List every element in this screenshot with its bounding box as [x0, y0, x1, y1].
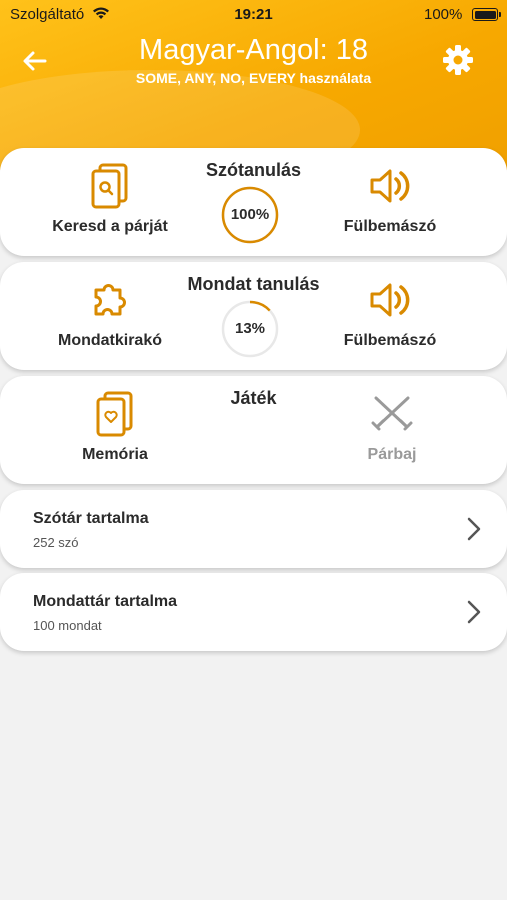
crossed-swords-icon: [371, 396, 413, 431]
vocab-earworm-button[interactable]: Fülbemászó: [310, 162, 470, 236]
sentence-earworm-label: Fülbemászó: [343, 332, 437, 349]
sentence-bank-content-item[interactable]: Mondattár tartalma 100 mondat: [0, 573, 507, 651]
sentence-learning-card: Mondat tanulás Mondatkirakó 13% Fülbemás…: [0, 262, 507, 370]
battery-percent: 100%: [424, 6, 463, 23]
status-bar: Szolgáltató 19:21 100%: [0, 0, 507, 30]
sentence-bank-content-title: Mondattár tartalma: [33, 593, 178, 610]
speaker-icon: [370, 169, 410, 203]
vocab-learning-card: Szótanulás Keresd a párját 100% Fülbemás…: [0, 148, 507, 256]
page-subtitle: SOME, ANY, NO, EVERY használata: [135, 70, 372, 86]
sentence-earworm-button[interactable]: Fülbemászó: [310, 276, 470, 350]
vocab-earworm-label: Fülbemászó: [343, 218, 437, 235]
dictionary-content-count: 252 szó: [33, 535, 79, 550]
memory-cards-icon: [96, 391, 133, 437]
vocab-progress-ring: 100%: [221, 186, 279, 244]
chevron-right-icon: [467, 517, 481, 541]
duel-button[interactable]: Párbaj: [312, 390, 472, 464]
memory-game-button[interactable]: Memória: [35, 390, 195, 464]
sentence-progress-value: 13%: [234, 320, 266, 337]
chevron-right-icon: [467, 600, 481, 624]
find-pair-label: Keresd a párját: [52, 218, 168, 235]
sentence-builder-button[interactable]: Mondatkirakó: [30, 276, 190, 350]
sentence-progress-ring: 13%: [221, 300, 279, 358]
sentence-bank-content-count: 100 mondat: [33, 618, 102, 633]
duel-label: Párbaj: [367, 446, 417, 463]
memory-game-label: Memória: [82, 446, 148, 463]
back-arrow-icon[interactable]: [18, 44, 52, 78]
sentence-builder-label: Mondatkirakó: [57, 332, 162, 349]
game-card: Játék Memória Párbaj: [0, 376, 507, 484]
search-cards-icon: [91, 163, 128, 209]
battery-icon: [472, 8, 501, 21]
find-pair-button[interactable]: Keresd a párját: [30, 162, 190, 236]
vocab-progress-value: 100%: [230, 206, 270, 223]
page-title: Magyar-Angol: 18: [139, 34, 368, 66]
speaker-icon: [370, 283, 410, 317]
settings-gear-icon[interactable]: [438, 40, 478, 80]
dictionary-content-item[interactable]: Szótár tartalma 252 szó: [0, 490, 507, 568]
dictionary-content-title: Szótár tartalma: [33, 510, 149, 527]
header-bar: Szolgáltató 19:21 100% Magyar-Angol: 18 …: [0, 0, 507, 170]
puzzle-piece-icon: [94, 284, 126, 316]
